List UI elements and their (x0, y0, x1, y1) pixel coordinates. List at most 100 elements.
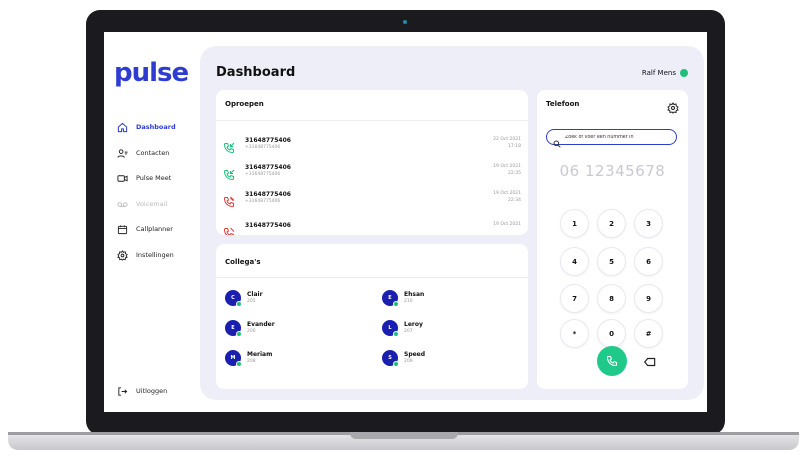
sidebar-item-voicemail[interactable]: Voicemail (116, 197, 167, 211)
search-input[interactable] (565, 134, 675, 140)
missed-call-icon (223, 224, 235, 235)
call-row[interactable]: 31648775406 19 Oct 2021 (223, 220, 523, 235)
dialed-number-display: 06 12345678 (559, 162, 666, 180)
search-icon (553, 133, 561, 148)
dialpad-key-3[interactable]: 3 (634, 209, 663, 238)
call-number: 31648775406 (245, 222, 291, 229)
divider (216, 120, 528, 121)
call-time: 22:34 (508, 198, 521, 203)
phone-icon (606, 352, 618, 371)
call-number: 31648775406 (245, 137, 291, 144)
dialpad-key-2[interactable]: 2 (597, 209, 626, 238)
dialpad-key-6[interactable]: 6 (634, 247, 663, 276)
gear-icon[interactable] (667, 99, 679, 114)
colleague-extension: 207 (404, 329, 413, 334)
call-button[interactable] (597, 346, 627, 376)
dialpad-key-5[interactable]: 5 (597, 247, 626, 276)
contacts-icon (116, 147, 128, 159)
colleague-name: Ehsan (404, 291, 425, 298)
user-name: Ralf Mens (641, 69, 676, 77)
colleague-name: Speed (404, 351, 426, 358)
dialpad-key-8[interactable]: 8 (597, 284, 626, 313)
camera-icon (403, 20, 407, 24)
phone-card: Telefoon 06 12345678 1 2 3 4 5 6 7 8 9 *… (537, 90, 688, 389)
call-row[interactable]: 31648775406 +31648775406 22 Oct 2021 17:… (223, 135, 523, 155)
missed-call-icon (223, 193, 235, 208)
sidebar-item-label: Pulse Meet (136, 174, 172, 182)
status-indicator (393, 331, 399, 337)
sidebar-item-label: Contacten (136, 149, 170, 157)
home-icon (116, 121, 128, 133)
colleague-item[interactable]: E Evander 206 (225, 318, 345, 340)
colleague-item[interactable]: E Ehsan 210 (382, 288, 502, 310)
call-sub-number: +31648775406 (245, 172, 281, 177)
user-status-indicator (680, 69, 688, 77)
dialpad-key-star[interactable]: * (560, 319, 589, 348)
call-date: 22 Oct 2021 (493, 137, 521, 142)
colleague-extension: 206 (247, 329, 256, 334)
main-panel: Dashboard Ralf Mens Oproepen 31648775406… (200, 46, 704, 400)
sidebar-item-label: Instellingen (136, 251, 174, 259)
backspace-icon[interactable] (643, 354, 657, 368)
dialpad-key-0[interactable]: 0 (597, 319, 626, 348)
call-number: 31648775406 (245, 164, 291, 171)
dialpad-key-9[interactable]: 9 (634, 284, 663, 313)
sidebar-item-contacten[interactable]: Contacten (116, 146, 169, 160)
colleague-extension: 205 (247, 299, 256, 304)
status-indicator (236, 361, 242, 367)
status-indicator (393, 301, 399, 307)
colleague-name: Leroy (404, 321, 423, 328)
sidebar-item-callplanner[interactable]: Callplanner (116, 222, 173, 236)
logout-button[interactable]: Uitloggen (116, 385, 167, 397)
divider (216, 277, 528, 278)
colleague-extension: 209 (404, 359, 413, 364)
logout-icon (116, 385, 128, 397)
colleague-item[interactable]: S Speed 209 (382, 348, 502, 370)
logout-label: Uitloggen (136, 387, 168, 395)
sidebar-item-label: Callplanner (136, 225, 173, 233)
incoming-call-icon (223, 166, 235, 181)
sidebar-item-dashboard[interactable]: Dashboard (116, 120, 176, 134)
phone-search (546, 129, 677, 148)
pulse-logo: pulse (114, 58, 189, 88)
call-time: 17:18 (508, 144, 521, 149)
voicemail-icon (116, 198, 128, 210)
sidebar-item-label: Voicemail (136, 200, 168, 208)
colleagues-card: Collega's C Clair 205 E Ehsan 210 E Evan… (216, 244, 528, 389)
dialpad-key-7[interactable]: 7 (560, 284, 589, 313)
status-indicator (236, 331, 242, 337)
call-date: 19 Oct 2021 (493, 222, 521, 227)
phone-title: Telefoon (546, 100, 580, 108)
colleague-name: Evander (247, 321, 275, 328)
status-indicator (393, 361, 399, 367)
colleague-item[interactable]: C Clair 205 (225, 288, 345, 310)
colleague-item[interactable]: M Meriam 208 (225, 348, 345, 370)
calls-title: Oproepen (225, 100, 264, 108)
sidebar-item-instellingen[interactable]: Instellingen (116, 248, 174, 262)
page-title: Dashboard (216, 65, 296, 80)
gear-icon (116, 249, 128, 261)
call-number: 31648775406 (245, 191, 291, 198)
calls-card: Oproepen 31648775406 +31648775406 22 Oct… (216, 90, 528, 235)
call-time: 22:35 (508, 171, 521, 176)
call-sub-number: +31648775406 (245, 199, 281, 204)
colleague-extension: 210 (404, 299, 413, 304)
sidebar-item-pulse-meet[interactable]: Pulse Meet (116, 171, 171, 185)
call-row[interactable]: 31648775406 +31648775406 19 Oct 2021 22:… (223, 189, 523, 209)
laptop-notch (350, 432, 458, 439)
colleague-item[interactable]: L Leroy 207 (382, 318, 502, 340)
colleague-name: Meriam (247, 351, 273, 358)
colleague-extension: 208 (247, 359, 256, 364)
colleague-name: Clair (247, 291, 263, 298)
user-menu[interactable]: Ralf Mens (642, 69, 688, 77)
calendar-icon (116, 223, 128, 235)
dialpad-key-1[interactable]: 1 (560, 209, 589, 238)
colleagues-title: Collega's (225, 258, 261, 266)
video-icon (116, 172, 128, 184)
dialpad-key-4[interactable]: 4 (560, 247, 589, 276)
call-row[interactable]: 31648775406 +31648775406 19 Oct 2021 22:… (223, 162, 523, 182)
dialpad-key-hash[interactable]: # (634, 319, 663, 348)
call-date: 19 Oct 2021 (493, 191, 521, 196)
incoming-call-icon (223, 139, 235, 154)
status-indicator (236, 301, 242, 307)
